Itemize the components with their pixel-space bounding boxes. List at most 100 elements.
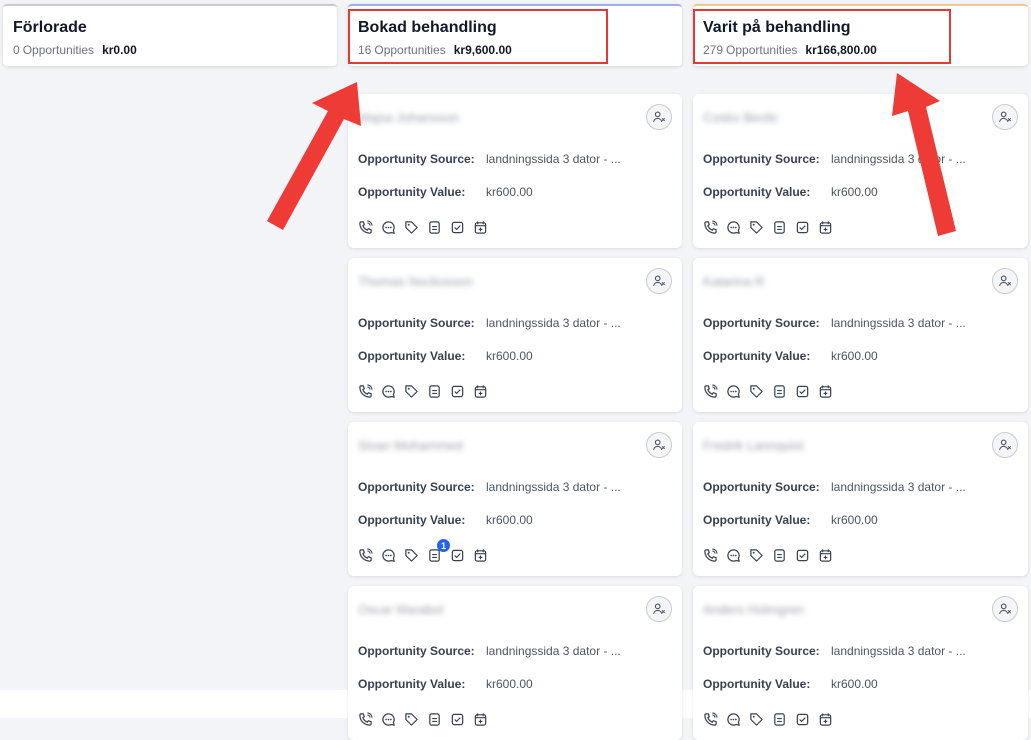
task-icon[interactable] xyxy=(795,384,810,399)
opportunity-source-row: Opportunity Source: landningssida 3 dator… xyxy=(358,152,621,166)
sms-icon[interactable] xyxy=(381,220,396,235)
sms-icon[interactable] xyxy=(726,384,741,399)
stage-header[interactable]: Varit på behandling 279 Opportunities kr16… xyxy=(693,4,1028,66)
task-icon[interactable] xyxy=(795,220,810,235)
phone-icon[interactable] xyxy=(703,548,718,563)
phone-icon[interactable] xyxy=(703,384,718,399)
opportunity-source-row: Opportunity Source: landningssida 3 dator… xyxy=(358,644,621,658)
field-label: Opportunity Value: xyxy=(703,185,811,199)
opportunity-value: kr600.00 xyxy=(486,677,533,691)
opportunity-card[interactable]: Thomas Nockosson Opportunity Source: landn… xyxy=(348,258,682,412)
contact-name[interactable]: Cosko Beolic xyxy=(703,110,779,125)
tag-icon[interactable] xyxy=(404,220,419,235)
task-icon[interactable] xyxy=(450,384,465,399)
tag-icon[interactable] xyxy=(749,712,764,727)
phone-icon[interactable] xyxy=(358,548,373,563)
assign-user-icon[interactable] xyxy=(646,104,672,130)
task-icon[interactable] xyxy=(450,220,465,235)
opportunity-value: kr600.00 xyxy=(486,513,533,527)
appointment-icon[interactable] xyxy=(473,220,488,235)
opportunity-value-row: Opportunity Value: kr600.00 xyxy=(703,677,878,691)
assign-user-icon[interactable] xyxy=(992,432,1018,458)
note-icon[interactable]: 1 xyxy=(427,539,450,563)
tag-icon[interactable] xyxy=(749,220,764,235)
assign-user-icon[interactable] xyxy=(646,596,672,622)
assign-user-icon[interactable] xyxy=(992,268,1018,294)
contact-name[interactable]: Majsa Johansson xyxy=(358,110,459,125)
opportunity-value: kr600.00 xyxy=(831,185,878,199)
opportunity-count: 16 xyxy=(358,43,372,57)
opportunity-value-row: Opportunity Value: kr600.00 xyxy=(358,185,533,199)
opportunity-count: 0 xyxy=(13,43,20,57)
note-icon[interactable] xyxy=(427,712,442,727)
opportunity-value: kr600.00 xyxy=(831,349,878,363)
stage-header[interactable]: Förlorade 0 Opportunities kr0.00 xyxy=(3,4,337,66)
appointment-icon[interactable] xyxy=(818,712,833,727)
opportunity-source-row: Opportunity Source: landningssida 3 dator… xyxy=(703,644,966,658)
sms-icon[interactable] xyxy=(381,548,396,563)
opportunity-card[interactable]: Sivan Mohammed Opportunity Source: landnin… xyxy=(348,422,682,576)
tag-icon[interactable] xyxy=(749,384,764,399)
sms-icon[interactable] xyxy=(726,548,741,563)
card-actions xyxy=(703,712,833,727)
field-label: Opportunity Value: xyxy=(358,677,466,691)
opportunity-card[interactable]: Fredrik Lannquist Opportunity Source: land… xyxy=(693,422,1028,576)
sms-icon[interactable] xyxy=(726,220,741,235)
sms-icon[interactable] xyxy=(726,712,741,727)
contact-name[interactable]: Thomas Nockosson xyxy=(358,274,473,289)
sms-icon[interactable] xyxy=(381,384,396,399)
card-actions xyxy=(703,220,833,235)
assign-user-icon[interactable] xyxy=(992,596,1018,622)
opportunity-card[interactable]: Cosko Beolic Opportunity Source: landnings… xyxy=(693,94,1028,248)
assign-user-icon[interactable] xyxy=(646,268,672,294)
opportunity-source: landningssida 3 dator - ... xyxy=(831,480,966,494)
phone-icon[interactable] xyxy=(358,712,373,727)
field-label: Opportunity Value: xyxy=(358,349,466,363)
appointment-icon[interactable] xyxy=(473,384,488,399)
note-icon[interactable] xyxy=(772,548,787,563)
contact-name[interactable]: Sivan Mohammed xyxy=(358,438,463,453)
task-icon[interactable] xyxy=(450,712,465,727)
appointment-icon[interactable] xyxy=(818,220,833,235)
opportunity-card[interactable]: Katarina R Opportunity Source: landningssi… xyxy=(693,258,1028,412)
tag-icon[interactable] xyxy=(404,548,419,563)
tag-icon[interactable] xyxy=(404,384,419,399)
appointment-icon[interactable] xyxy=(473,712,488,727)
assign-user-icon[interactable] xyxy=(646,432,672,458)
note-icon[interactable] xyxy=(772,384,787,399)
phone-icon[interactable] xyxy=(703,220,718,235)
opportunity-card[interactable]: Majsa Johansson Opportunity Source: landni… xyxy=(348,94,682,248)
tag-icon[interactable] xyxy=(749,548,764,563)
note-icon[interactable] xyxy=(772,220,787,235)
phone-icon[interactable] xyxy=(703,712,718,727)
note-icon[interactable] xyxy=(772,712,787,727)
contact-name[interactable]: Fredrik Lannquist xyxy=(703,438,803,453)
opportunity-source: landningssida 3 dator - ... xyxy=(486,480,621,494)
opportunity-card[interactable]: Anders Holmgren Opportunity Source: landni… xyxy=(693,586,1028,740)
appointment-icon[interactable] xyxy=(818,384,833,399)
sms-icon[interactable] xyxy=(381,712,396,727)
task-icon[interactable] xyxy=(795,548,810,563)
appointment-icon[interactable] xyxy=(473,548,488,563)
task-icon[interactable] xyxy=(795,712,810,727)
phone-icon[interactable] xyxy=(358,384,373,399)
assign-user-icon[interactable] xyxy=(992,104,1018,130)
opportunity-source-row: Opportunity Source: landningssida 3 dator… xyxy=(703,480,966,494)
note-icon[interactable] xyxy=(427,384,442,399)
stage-header[interactable]: Bokad behandling 16 Opportunities kr9,600.… xyxy=(348,4,682,66)
opportunity-source-row: Opportunity Source: landningssida 3 dator… xyxy=(703,316,966,330)
field-label: Opportunity Value: xyxy=(703,513,811,527)
tag-icon[interactable] xyxy=(404,712,419,727)
contact-name[interactable]: Oscar Marabol xyxy=(358,602,443,617)
card-actions xyxy=(358,384,488,399)
stage-total-amount: kr0.00 xyxy=(102,43,137,57)
appointment-icon[interactable] xyxy=(818,548,833,563)
note-icon[interactable] xyxy=(427,220,442,235)
opportunity-card[interactable]: Oscar Marabol Opportunity Source: landning… xyxy=(348,586,682,740)
task-icon[interactable] xyxy=(450,548,465,563)
phone-icon[interactable] xyxy=(358,220,373,235)
contact-name[interactable]: Anders Holmgren xyxy=(703,602,804,617)
contact-name[interactable]: Katarina R xyxy=(703,274,764,289)
card-actions xyxy=(703,548,833,563)
opportunity-value-row: Opportunity Value: kr600.00 xyxy=(703,185,878,199)
